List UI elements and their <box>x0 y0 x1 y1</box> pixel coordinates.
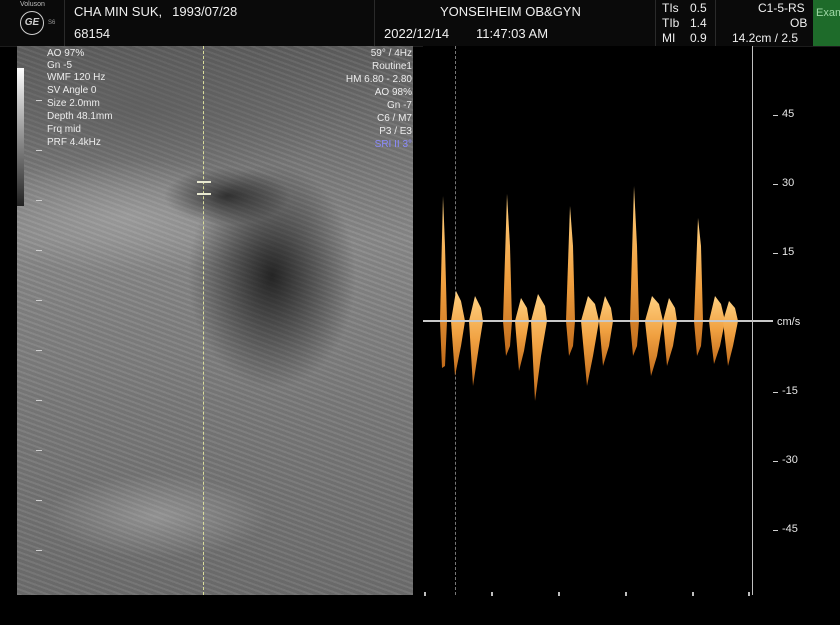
grayscale-bar <box>17 68 24 206</box>
model-label: S6 <box>48 20 56 26</box>
header-divider <box>655 0 656 46</box>
patient-dob: 1993/07/28 <box>172 4 238 19</box>
patient-name: CHA MIN SUK, 1993/07/28 <box>74 4 237 19</box>
depth-marker <box>36 450 42 451</box>
depth-marker <box>36 250 42 251</box>
index-value: 1.4 <box>690 16 707 30</box>
bmode-param: HM 6.80 - 2.80 <box>345 74 412 85</box>
doppler-param: AO 97% <box>47 48 85 59</box>
header-divider <box>374 0 375 46</box>
scale-tick-label: 45 <box>782 108 795 120</box>
velocity-unit-label: cm/s <box>777 316 801 328</box>
depth-marker <box>36 100 42 101</box>
institution-name: YONSEIHEIM OB&GYN <box>440 4 581 19</box>
scale-tick-label: 15 <box>782 246 795 258</box>
depth-label: 14.2cm / 2.5 <box>732 31 799 45</box>
doppler-baseline[interactable] <box>423 320 773 322</box>
bmode-param: P3 / E3 <box>379 126 412 137</box>
scale-tick <box>773 530 778 531</box>
bmode-param: 59° / 4Hz <box>370 48 412 59</box>
cardiac-cycle <box>440 196 483 386</box>
doppler-param: Size 2.0mm <box>47 98 100 109</box>
cardiac-cycle <box>694 218 738 366</box>
scale-tick-label: -45 <box>782 523 798 535</box>
doppler-param: WMF 120 Hz <box>47 72 106 83</box>
bmode-param: Gn -7 <box>386 100 412 111</box>
index-value: 0.5 <box>690 1 707 15</box>
sample-gate-bottom[interactable] <box>197 193 211 195</box>
bmode-param: AO 98% <box>374 87 412 98</box>
depth-marker <box>36 200 42 201</box>
preset-label: OB <box>790 16 808 30</box>
scale-tick-label: -30 <box>782 454 798 466</box>
doppler-param: Frq mid <box>47 124 81 135</box>
index-label: TIs <box>662 1 679 15</box>
ge-logo-icon: GE <box>20 11 44 35</box>
time-marker <box>558 592 560 596</box>
depth-marker <box>36 150 42 151</box>
time-marker <box>692 592 694 596</box>
doppler-param: Gn -5 <box>47 60 73 71</box>
index-label: TIb <box>662 16 680 30</box>
depth-marker <box>36 350 42 351</box>
depth-marker <box>36 400 42 401</box>
bmode-param: Routine1 <box>371 61 412 72</box>
depth-marker <box>36 500 42 501</box>
sri-label: SRI II 3° <box>374 139 412 150</box>
header-divider <box>715 0 716 46</box>
scale-tick <box>773 253 778 254</box>
scale-tick <box>773 115 778 116</box>
doppler-param: Depth 48.1mm <box>47 111 113 122</box>
exam-time: 11:47:03 AM <box>476 26 549 41</box>
index-label: MI <box>662 31 676 45</box>
bmode-param: C6 / M7 <box>376 113 412 124</box>
footer-bar <box>0 598 840 625</box>
patient-name-text: CHA MIN SUK, <box>74 4 163 19</box>
cardiac-cycle <box>566 206 613 386</box>
probe-label: C1-5-RS <box>758 1 805 15</box>
scale-tick <box>773 461 778 462</box>
exam-button[interactable]: Exam <box>813 0 840 46</box>
scale-tick-label: 30 <box>782 177 795 189</box>
scale-tick <box>773 184 778 185</box>
time-marker <box>424 592 426 596</box>
doppler-param: PRF 4.4kHz <box>47 137 101 148</box>
cardiac-cycle <box>630 186 677 376</box>
time-marker <box>748 592 750 596</box>
sample-gate-top[interactable] <box>197 181 211 183</box>
time-marker <box>491 592 493 596</box>
index-value: 0.9 <box>690 31 707 45</box>
velocity-scale-bar <box>752 46 753 595</box>
doppler-sample-line[interactable] <box>203 46 204 595</box>
doppler-param: SV Angle 0 <box>47 85 97 96</box>
time-marker <box>625 592 627 596</box>
header-divider <box>64 0 65 46</box>
brand-label: Voluson <box>20 1 45 8</box>
cardiac-cycle <box>503 194 547 401</box>
depth-marker <box>36 300 42 301</box>
scale-tick-label: -15 <box>782 385 798 397</box>
depth-marker <box>36 550 42 551</box>
patient-id: 68154 <box>74 26 111 41</box>
exam-date: 2022/12/14 <box>384 26 450 41</box>
scale-tick <box>773 392 778 393</box>
